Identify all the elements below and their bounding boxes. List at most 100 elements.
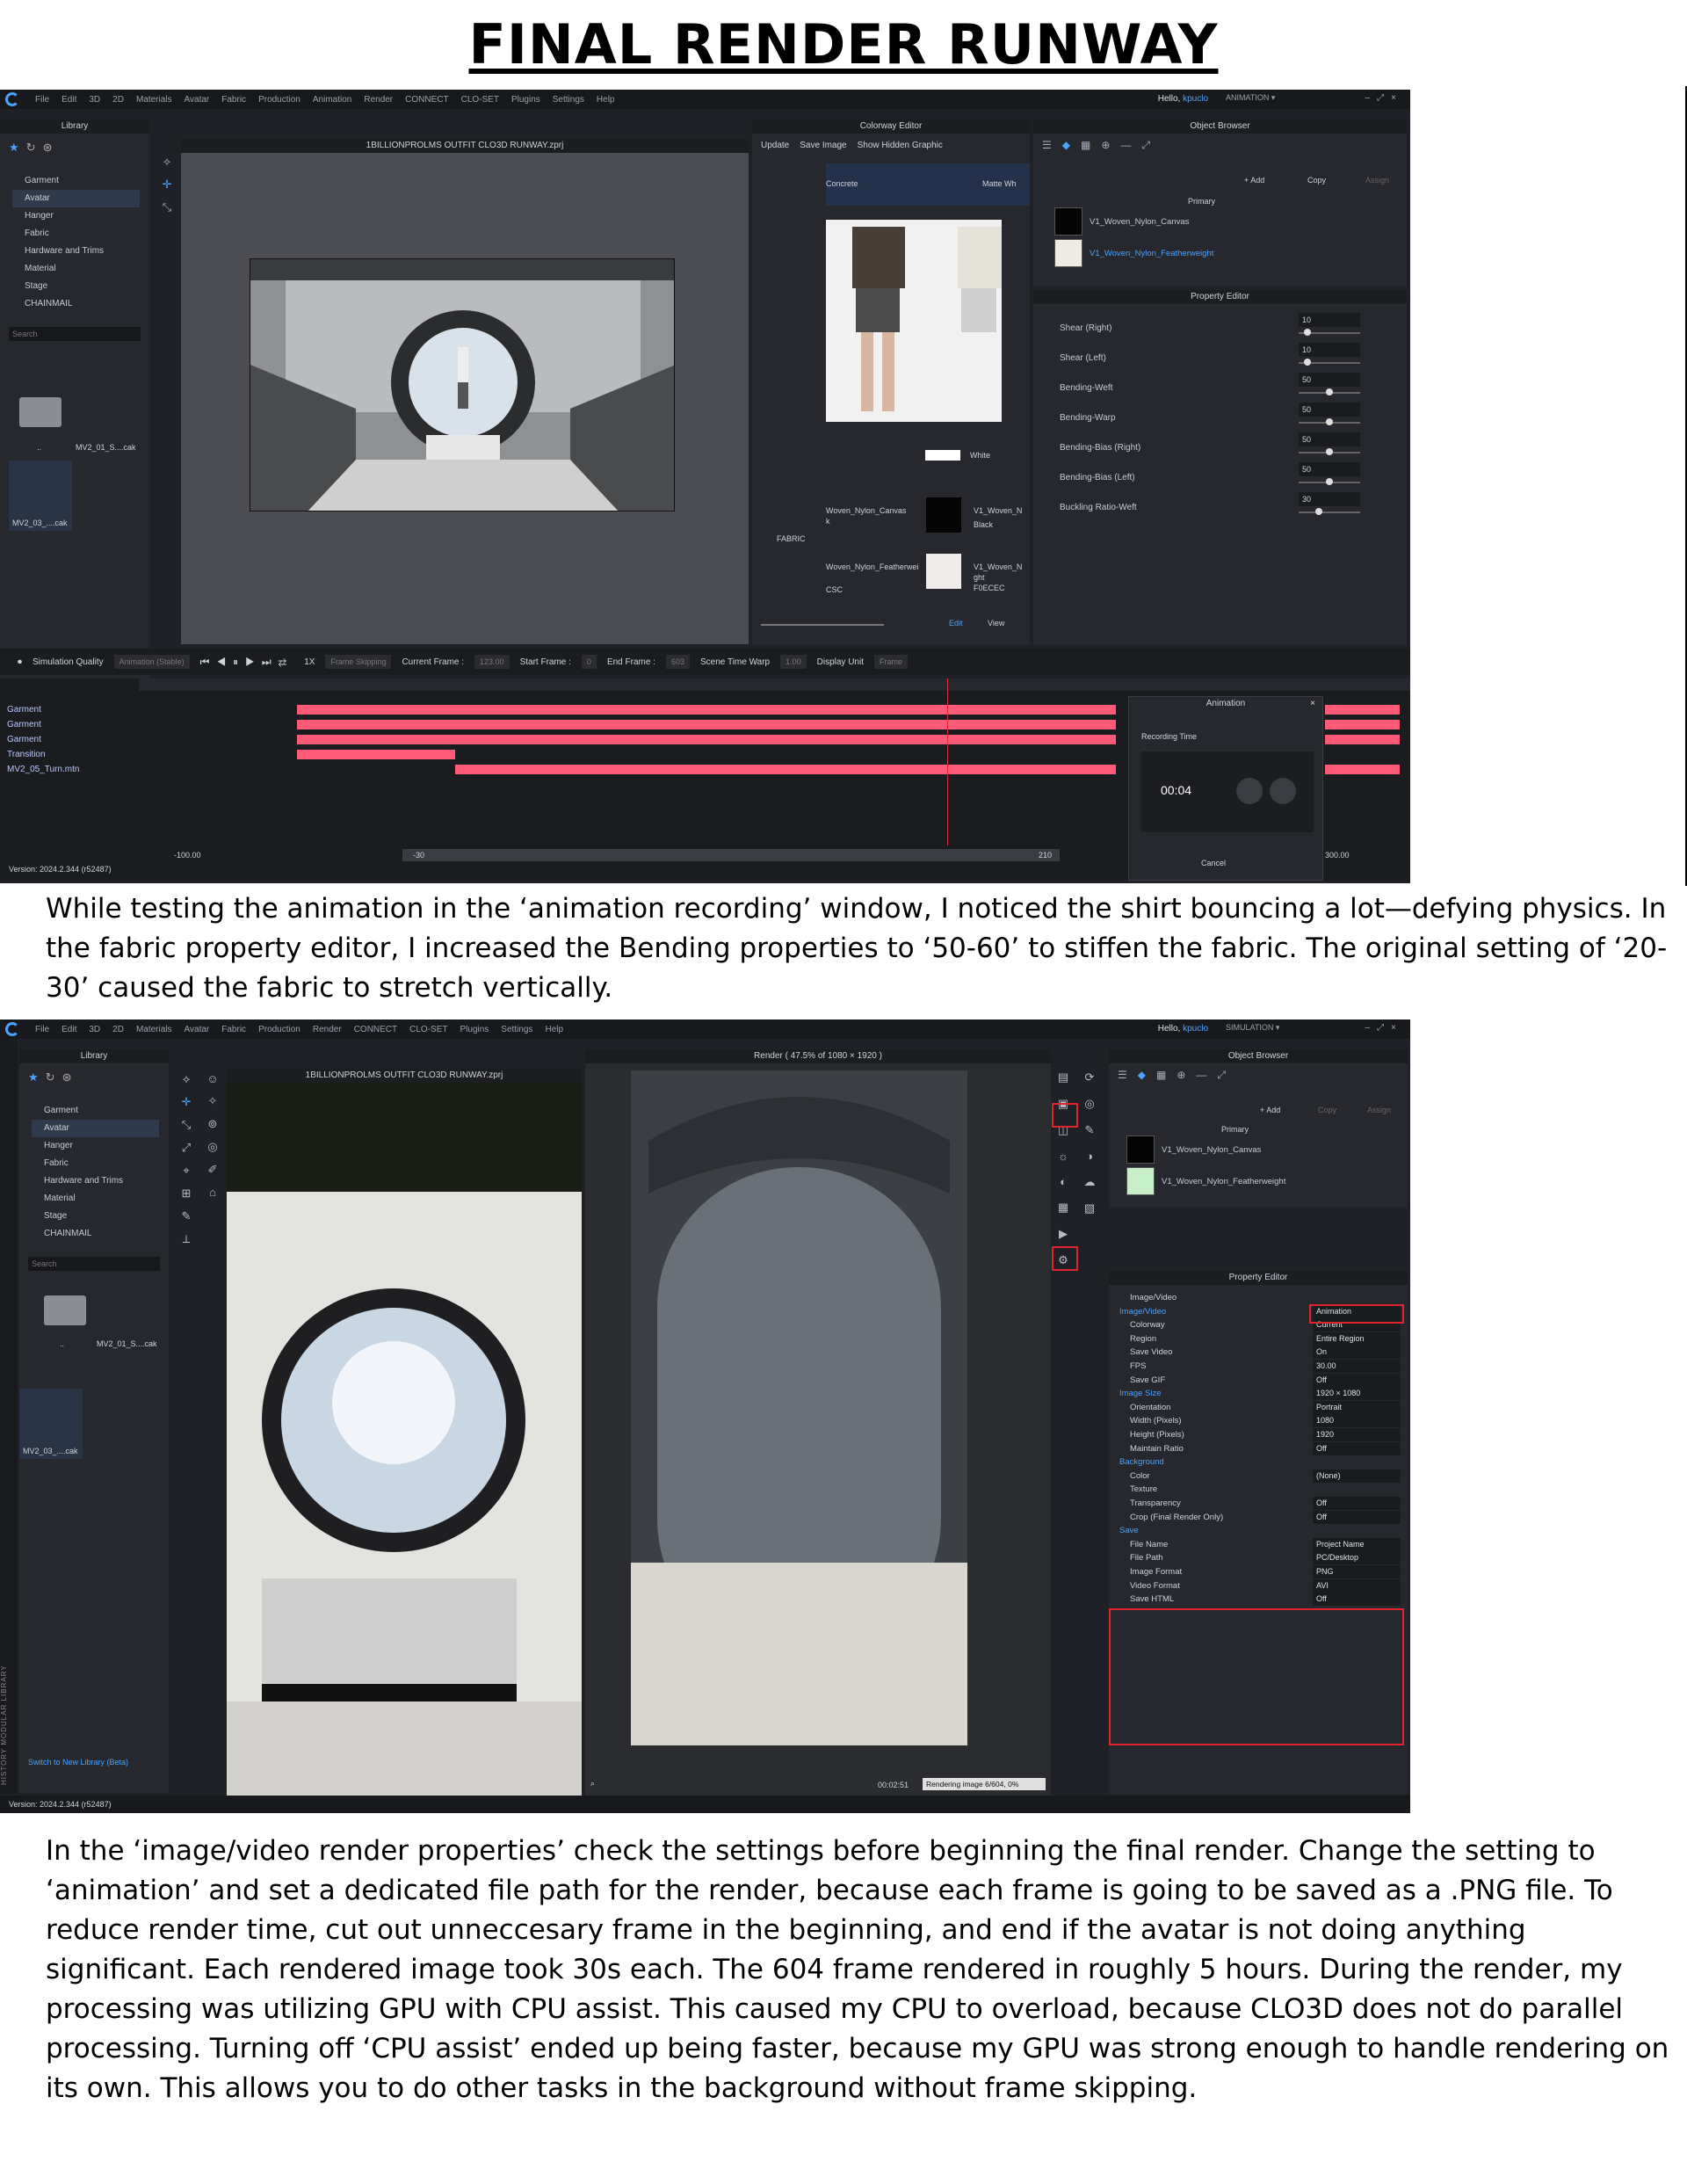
property-slider[interactable] xyxy=(1299,448,1360,455)
zoom-slider[interactable] xyxy=(761,624,884,626)
add-button[interactable]: + Add xyxy=(1260,1106,1280,1114)
slider-knob[interactable] xyxy=(1326,478,1333,485)
property-slider[interactable] xyxy=(1299,359,1360,366)
zoom-icon[interactable]: ⌕ xyxy=(590,1779,595,1789)
start-frame-input[interactable]: 0 xyxy=(581,655,597,669)
time-warp-input[interactable]: 1.00 xyxy=(780,655,807,669)
property-value-input[interactable]: 50 xyxy=(1299,432,1360,446)
menu-item[interactable]: Render xyxy=(364,95,393,105)
library-item[interactable]: Hanger xyxy=(32,1137,159,1155)
swatch-black[interactable] xyxy=(926,497,961,533)
property-row[interactable]: Buckling Ratio-Weft 30 xyxy=(1060,492,1360,540)
menu-item[interactable]: CONNECT xyxy=(405,95,448,105)
property-value-input[interactable]: 10 xyxy=(1299,343,1360,357)
property-value-input[interactable]: 10 xyxy=(1299,313,1360,327)
menu-item[interactable]: 2D xyxy=(112,1025,124,1034)
library-tabs[interactable]: ★ ↻ ⊛ xyxy=(28,1070,71,1085)
slider-knob[interactable] xyxy=(1326,418,1333,425)
menu-item[interactable]: Settings xyxy=(501,1025,532,1034)
record-icon[interactable]: ⏺ xyxy=(18,657,22,667)
folder-icon[interactable] xyxy=(44,1295,86,1325)
property-slider[interactable] xyxy=(1299,478,1360,485)
menu-item[interactable]: Edit xyxy=(62,1025,76,1034)
track-label[interactable]: Transition xyxy=(7,748,46,762)
assign-button[interactable]: Assign xyxy=(1365,176,1389,185)
menu-item[interactable]: Settings xyxy=(553,95,584,105)
file-label[interactable]: MV2_01_S....cak xyxy=(97,1339,157,1348)
library-item[interactable]: Stage xyxy=(32,1208,159,1225)
colorway-col-concrete[interactable]: Concrete xyxy=(826,179,858,188)
slider-knob[interactable] xyxy=(1304,359,1312,366)
assign-button[interactable]: Assign xyxy=(1367,1106,1391,1114)
slider-knob[interactable] xyxy=(1314,508,1322,515)
library-list[interactable]: Garment Avatar Hanger Fabric Hardware and Tr… xyxy=(32,1102,159,1243)
property-slider[interactable] xyxy=(1299,388,1360,395)
property-slider[interactable] xyxy=(1299,418,1360,425)
menu-item[interactable]: 2D xyxy=(112,95,124,105)
menu-item[interactable]: Animation xyxy=(313,95,351,105)
track-label[interactable]: Garment xyxy=(7,703,41,717)
menu-item[interactable]: CLO-SET xyxy=(409,1025,447,1034)
slider-knob[interactable] xyxy=(1326,448,1333,455)
object-browser-tabs[interactable]: ☰ ◆ ▦ ⊕ — ⤢ xyxy=(1042,139,1150,152)
library-item[interactable]: Garment xyxy=(12,172,140,190)
track-label[interactable]: MV2_05_Turn.mtn xyxy=(7,763,79,777)
menu-item[interactable]: File xyxy=(35,95,49,105)
property-value-input[interactable]: 30 xyxy=(1299,492,1360,506)
primary-dropdown[interactable]: Primary xyxy=(1221,1125,1249,1134)
track-bar[interactable] xyxy=(1325,720,1400,729)
view-button[interactable]: View xyxy=(988,619,1004,628)
menu-item[interactable]: Production xyxy=(258,95,300,105)
menu-item[interactable]: 3D xyxy=(89,1025,100,1034)
slider-knob[interactable] xyxy=(1326,388,1333,395)
track-label[interactable]: Garment xyxy=(7,733,41,747)
file-label[interactable]: MV2_03_....cak xyxy=(23,1447,78,1455)
library-item[interactable]: Hardware and Trims xyxy=(32,1172,159,1190)
menu-item[interactable]: Avatar xyxy=(185,95,210,105)
menu-item[interactable]: Avatar xyxy=(185,1025,210,1034)
close-icon[interactable]: × xyxy=(1310,699,1315,708)
file-label[interactable]: MV2_01_S....cak xyxy=(76,443,136,452)
update-button[interactable]: Update xyxy=(761,141,789,150)
menu-item[interactable]: Materials xyxy=(136,95,172,105)
library-item[interactable]: Fabric xyxy=(12,225,140,243)
add-button[interactable]: + Add xyxy=(1244,176,1264,185)
swatch-featherweight[interactable] xyxy=(926,554,961,589)
tool-column[interactable]: ⟡ ✛ ⤡ xyxy=(155,155,179,214)
menu-item[interactable]: Plugins xyxy=(460,1025,489,1034)
track-bar[interactable] xyxy=(1325,735,1400,744)
menu-item[interactable]: Fabric xyxy=(221,95,246,105)
property-value-input[interactable]: 50 xyxy=(1299,373,1360,387)
property-slider[interactable] xyxy=(1299,508,1360,515)
property-value-input[interactable]: 50 xyxy=(1299,403,1360,417)
stop-record-icon[interactable] xyxy=(1270,778,1296,804)
property-slider[interactable] xyxy=(1299,329,1360,336)
window-controls[interactable]: –⤢× xyxy=(1365,1023,1403,1033)
speed-button[interactable]: 1X xyxy=(304,657,315,667)
property-value-input[interactable]: 50 xyxy=(1299,462,1360,476)
mode-selector[interactable]: SIMULATION ▾ xyxy=(1226,1023,1331,1035)
slider-knob[interactable] xyxy=(1304,329,1312,336)
track-label[interactable]: Garment xyxy=(7,718,41,732)
colorway-toolbar[interactable]: Update Save Image Show Hidden Graphic xyxy=(761,141,943,150)
folder-icon[interactable] xyxy=(19,397,62,427)
library-item[interactable]: Fabric xyxy=(32,1155,159,1172)
fabric-row-selected[interactable]: V1_Woven_Nylon_Featherweight xyxy=(1054,239,1213,267)
library-item[interactable]: Hanger xyxy=(12,207,140,225)
menu-item[interactable]: CLO-SET xyxy=(461,95,499,105)
colorway-col-matte[interactable]: Matte Wh xyxy=(982,179,1017,188)
library-item[interactable]: Avatar xyxy=(32,1120,159,1137)
copy-button[interactable]: Copy xyxy=(1318,1106,1336,1114)
display-unit-select[interactable]: Frame xyxy=(874,655,909,669)
track-bar[interactable] xyxy=(297,735,1116,744)
menu-item[interactable]: CONNECT xyxy=(354,1025,397,1034)
render-property-value[interactable]: Off xyxy=(1313,1593,1401,1607)
track-bar[interactable] xyxy=(297,750,455,759)
mode-selector[interactable]: ANIMATION ▾ xyxy=(1226,93,1331,105)
show-hidden-graphic-toggle[interactable]: Show Hidden Graphic xyxy=(858,141,943,150)
playback-controls[interactable]: ⏮◀⏸▶⏭⇄ xyxy=(200,656,294,669)
library-item[interactable]: CHAINMAIL xyxy=(12,295,140,313)
library-item[interactable]: Hardware and Trims xyxy=(12,243,140,260)
search-input[interactable]: Search xyxy=(28,1257,160,1271)
library-item[interactable]: CHAINMAIL xyxy=(32,1225,159,1243)
